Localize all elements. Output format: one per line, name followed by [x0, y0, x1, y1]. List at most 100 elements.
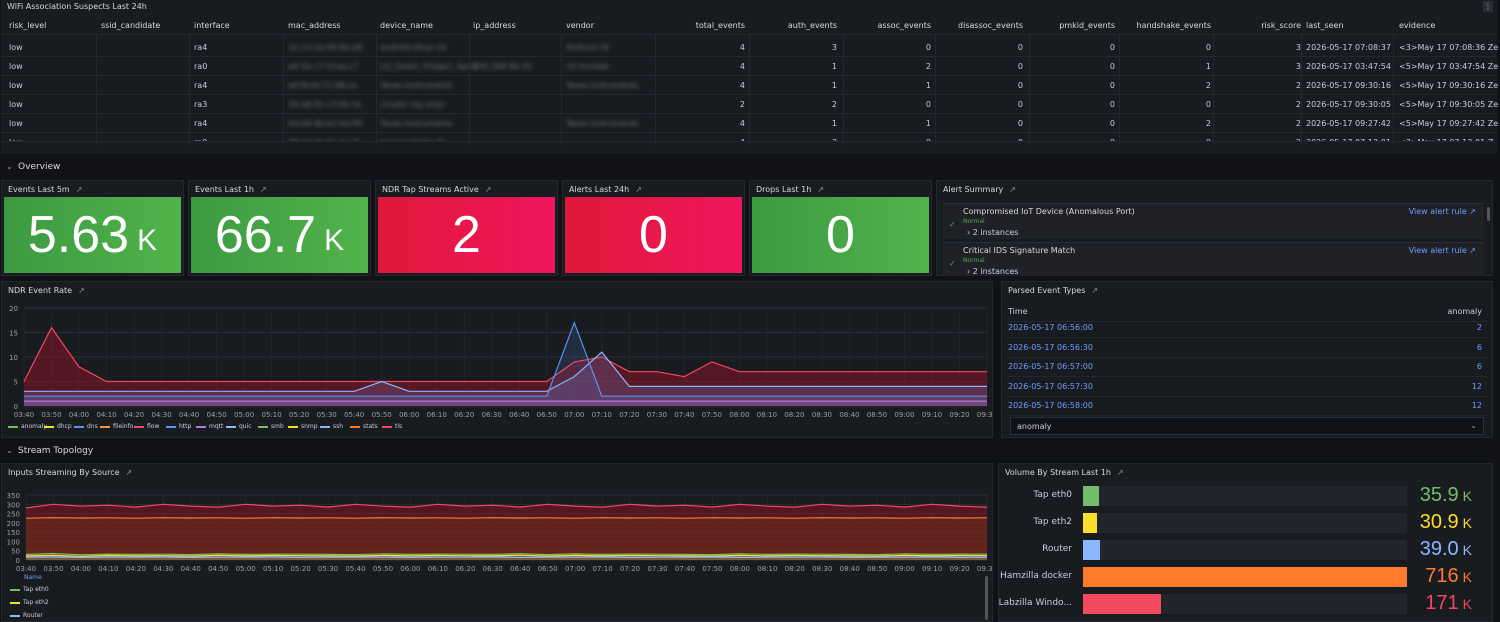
table-row[interactable]: low ra4 32:23:2a:40:9b:a8 android-dhcp-16 An… — [1, 38, 1498, 57]
column-header[interactable]: mac_address — [288, 21, 341, 30]
bar-gauge-fill — [1083, 486, 1100, 506]
row-time[interactable]: 2026-05-17 06:56:00 — [1008, 323, 1093, 332]
external-link-icon[interactable]: ↗ — [1009, 185, 1016, 194]
x-tick-label: 03:50 — [41, 411, 61, 419]
legend-item[interactable]: Tap eth0 — [10, 586, 49, 593]
legend-item[interactable]: Tap eth2 — [10, 599, 49, 606]
row-time[interactable]: 2026-05-17 06:56:30 — [1008, 343, 1093, 352]
column-header[interactable]: disassoc_events — [958, 21, 1023, 30]
column-header[interactable]: ssid_candidate — [101, 21, 160, 30]
column-header[interactable]: total_events — [696, 21, 745, 30]
legend-item[interactable]: mqtt — [196, 423, 223, 430]
table-row[interactable]: low ra4 b4:e8:4b:e2:5d:99 Texas Instruments… — [1, 114, 1499, 133]
table-row[interactable]: low ra3 34:a8:91:c3:0b:1b (router log only)… — [1, 95, 1498, 114]
legend-item[interactable]: anomaly — [8, 423, 47, 430]
x-tick-label: 08:10 — [757, 411, 777, 419]
table-row[interactable]: low ra0 a4:1b:c7:1f:aa:c7 LG_Smart_Fridge2_… — [1, 57, 1499, 76]
legend-item[interactable]: dns — [74, 423, 98, 430]
column-header[interactable]: interface — [194, 21, 230, 30]
legend-item[interactable]: Router — [10, 612, 43, 619]
row-value: 6 — [1476, 342, 1482, 352]
stat-value-box: 0 — [565, 197, 742, 273]
table-row[interactable]: 2026-05-17 06:56:00 2 — [1006, 318, 1488, 338]
row-time[interactable]: 2026-05-17 06:57:30 — [1008, 382, 1093, 391]
legend-item[interactable]: ssh — [320, 423, 343, 430]
column-header[interactable]: risk_level — [9, 21, 46, 30]
table-cell: low — [9, 62, 23, 71]
column-header[interactable]: ip_address — [473, 21, 516, 30]
legend-item[interactable]: dhcp — [44, 423, 72, 430]
table-row[interactable]: 2026-05-17 06:57:30 12 — [1006, 377, 1488, 397]
x-tick-label: 09:30 — [977, 565, 992, 573]
panel-menu-icon[interactable]: ⋮ — [1483, 1, 1493, 12]
legend-item[interactable]: snmp — [288, 423, 318, 430]
stat-unit: K — [137, 224, 158, 257]
external-link-icon[interactable]: ↗ — [1117, 468, 1124, 477]
external-link-icon[interactable]: ↗ — [635, 185, 642, 194]
row-time[interactable]: 2026-05-17 06:57:00 — [1008, 362, 1093, 371]
legend-item[interactable]: stats — [350, 423, 378, 430]
column-header[interactable]: risk_score — [1261, 21, 1301, 30]
x-tick-label: 06:20 — [455, 565, 475, 573]
legend-item[interactable]: fileinfo — [100, 423, 133, 430]
inputs-streaming-chart[interactable]: 050 100150200250 300350 03:40 03:50 04:00 04:1… — [2, 482, 992, 592]
x-tick-label: 05:50 — [373, 565, 393, 573]
external-link-icon[interactable]: ↗ — [817, 185, 824, 194]
scrollbar[interactable] — [985, 576, 988, 620]
table-row[interactable]: 2026-05-17 06:58:00 12 — [1006, 396, 1488, 416]
legend-item[interactable]: smb — [258, 423, 284, 430]
alert-item-instances[interactable]: › 2 instances — [967, 228, 1018, 237]
external-link-icon[interactable]: ↗ — [126, 468, 133, 477]
external-link-icon[interactable]: ↗ — [260, 185, 267, 194]
table-cell: <5>May 17 03:47:54 Ze — [1399, 62, 1499, 71]
legend-item[interactable]: http — [166, 423, 191, 430]
row-overview[interactable]: ⌄ Overview — [6, 162, 60, 180]
external-link-icon[interactable]: ↗ — [76, 185, 83, 194]
bar-gauge-row: Router 39.0 K — [999, 538, 1492, 562]
bar-gauge-value: 171 K — [1425, 592, 1472, 615]
external-link-icon[interactable]: ↗ — [1091, 286, 1098, 295]
col-time-header[interactable]: Time — [1008, 307, 1028, 316]
alert-item-instances[interactable]: › 2 instances — [967, 267, 1018, 276]
stat-value: 5.63 — [27, 206, 130, 264]
legend-item[interactable]: flow — [134, 423, 159, 430]
external-link-icon[interactable]: ↗ — [78, 286, 85, 295]
column-header[interactable]: handshake_events — [1137, 21, 1211, 30]
table-row[interactable]: 2026-05-17 06:56:30 6 — [1006, 338, 1488, 358]
column-header[interactable]: device_name — [380, 21, 433, 30]
alert-item[interactable]: ✓ Compromised IoT Device (Anomalous Port… — [943, 203, 1484, 239]
inputs-title-wrap: Inputs Streaming By Source ↗ — [8, 468, 132, 477]
bar-gauge-fill — [1083, 594, 1161, 614]
column-header[interactable]: evidence — [1399, 21, 1435, 30]
legend-item[interactable]: tls — [382, 423, 402, 430]
column-header[interactable]: last_seen — [1306, 21, 1344, 30]
chevron-down-icon: ⌄ — [6, 162, 13, 171]
x-tick-label: 08:20 — [784, 411, 804, 419]
scrollbar[interactable] — [1487, 207, 1490, 221]
table-cell: <5>May 17 09:27:42 Ze — [1399, 119, 1499, 128]
view-alert-rule-link[interactable]: View alert rule ↗ — [1409, 246, 1476, 255]
row-time[interactable]: 2026-05-17 06:58:00 — [1008, 401, 1093, 410]
view-alert-rule-link[interactable]: View alert rule ↗ — [1409, 207, 1476, 216]
column-header[interactable]: auth_events — [788, 21, 837, 30]
table-row[interactable]: 2026-05-17 06:57:00 6 — [1006, 357, 1488, 377]
column-header[interactable]: vendor — [566, 21, 594, 30]
legend-swatch — [320, 425, 330, 428]
legend-item[interactable]: quic — [226, 423, 252, 430]
column-header[interactable]: assoc_events — [878, 21, 931, 30]
x-tick-label: 04:40 — [179, 411, 199, 419]
column-divider — [561, 34, 562, 146]
row-stream-topology[interactable]: ⌄ Stream Topology — [6, 446, 93, 464]
ndr-event-rate-chart[interactable]: 0 5 10 15 20 03:40 03:50 04:00 04:10 04:20 04:30 04… — [2, 300, 992, 430]
x-tick-label: 05:30 — [317, 411, 337, 419]
alert-item[interactable]: ✓ Critical IDS Signature Match Normal › … — [943, 242, 1484, 276]
external-link-icon[interactable]: ↗ — [485, 185, 492, 194]
table-row[interactable]: low ra0 48:e7:da:01:2c:3f espressif-bbe-3f 4… — [1, 133, 1495, 142]
col-anomaly-header[interactable]: anomaly — [1447, 307, 1482, 316]
table-row[interactable]: low ra4 a0:f6:fd:71:08:ce Texas Instruments… — [1, 76, 1498, 95]
table-cell: 0 — [1017, 119, 1023, 128]
series-select[interactable]: anomaly ⌄ — [1010, 417, 1484, 435]
column-header[interactable]: pmkid_events — [1059, 21, 1115, 30]
legend-label: Tap eth2 — [23, 599, 49, 606]
x-tick-label: 03:50 — [43, 565, 63, 573]
